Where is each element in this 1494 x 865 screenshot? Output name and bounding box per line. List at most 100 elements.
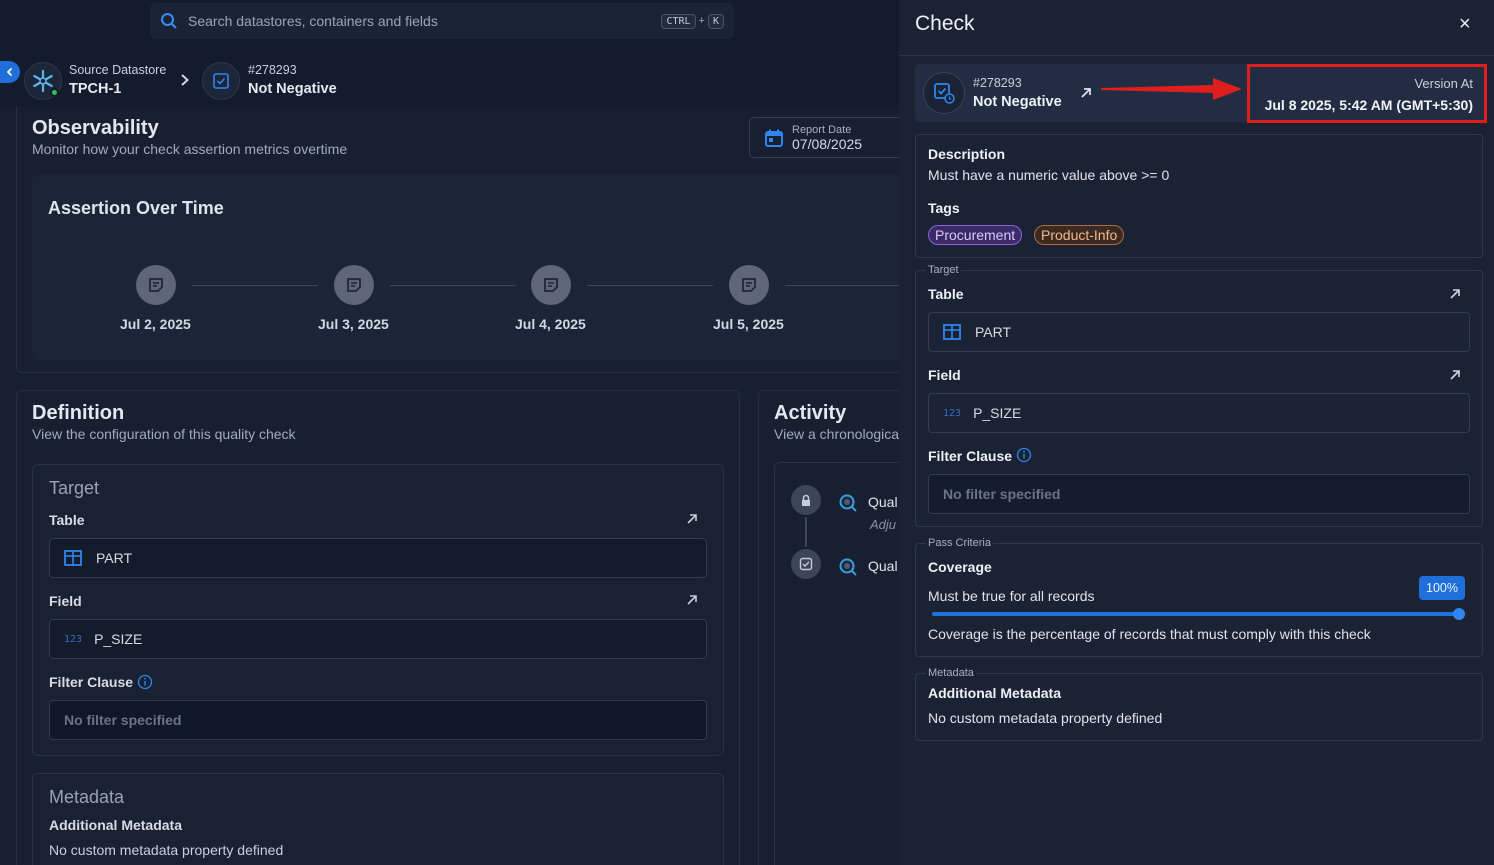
info-icon[interactable]: [1016, 447, 1032, 463]
observability-title: Observability: [32, 117, 159, 139]
chevron-left-icon: [6, 67, 13, 77]
coverage-label: Coverage: [928, 559, 992, 575]
timeline-connector: [390, 285, 516, 286]
coverage-percent-badge: 100%: [1419, 576, 1465, 600]
definition-field-label: Field: [49, 593, 82, 609]
info-icon[interactable]: [137, 674, 153, 690]
timeline-node[interactable]: [729, 265, 769, 305]
connection-status-dot: [50, 88, 59, 97]
panel-table-label: Table: [928, 286, 964, 302]
panel-check-name: Not Negative: [973, 94, 1062, 110]
datastore-avatar[interactable]: [24, 62, 62, 100]
tag-badge[interactable]: Product-Info: [1034, 225, 1125, 245]
description-value: Must have a numeric value above >= 0: [928, 167, 1170, 183]
version-at-label: Version At: [1414, 76, 1473, 91]
report-date-picker[interactable]: Report Date 07/08/2025: [749, 117, 909, 158]
timeline-connector: [587, 285, 713, 286]
metadata-legend: Metadata: [926, 667, 976, 679]
open-table-arrow-icon[interactable]: [685, 512, 699, 526]
timeline-date: Jul 5, 2025: [713, 316, 784, 332]
check-avatar: [923, 72, 965, 114]
activity-event-avatar: [791, 549, 821, 579]
check-square-icon: [213, 73, 229, 89]
pass-criteria-legend: Pass Criteria: [926, 537, 993, 549]
shortcut-key-k: K: [707, 13, 724, 29]
definition-metadata-label: Additional Metadata: [49, 817, 183, 833]
definition-metadata-value: No custom metadata property defined: [49, 842, 284, 858]
description-label: Description: [928, 146, 1006, 162]
definition-title: Definition: [32, 402, 125, 424]
panel-field-value: P_SIZE: [973, 405, 1022, 421]
timeline-connector: [192, 285, 318, 286]
coverage-slider-track: [932, 612, 1460, 616]
report-date-value: 07/08/2025: [792, 135, 863, 152]
timeline-date: Jul 4, 2025: [515, 316, 586, 332]
open-table-arrow-icon[interactable]: [1448, 287, 1462, 301]
activity-connector: [805, 517, 807, 547]
coverage-slider-handle: [1453, 608, 1465, 620]
report-date-label: Report Date: [792, 123, 852, 136]
tag-badge[interactable]: Procurement: [928, 225, 1023, 245]
definition-filter-field: No filter specified: [49, 700, 707, 740]
panel-field-field: 123 P_SIZE: [928, 393, 1470, 433]
observability-subtitle: Monitor how your check assertion metrics…: [32, 141, 348, 157]
global-search[interactable]: Search datastores, containers and fields…: [150, 3, 734, 39]
definition-table-field: PART: [49, 538, 707, 578]
activity-item-title: Qual: [868, 494, 898, 510]
open-field-arrow-icon[interactable]: [685, 593, 699, 607]
close-panel-button[interactable]: ×: [1459, 13, 1471, 36]
quality-search-icon: [839, 494, 857, 512]
definition-filter-label: Filter Clause: [49, 674, 134, 690]
breadcrumb-chevron-right-icon: [181, 74, 189, 86]
timeline-date: Jul 3, 2025: [318, 316, 389, 332]
panel-check-id: #278293: [973, 76, 1022, 90]
table-icon: [64, 550, 82, 566]
definition-metadata-title: Metadata: [49, 787, 125, 807]
definition-subtitle: View the configuration of this quality c…: [32, 426, 296, 442]
note-icon: [149, 278, 163, 292]
assertion-over-time-title: Assertion Over Time: [48, 198, 224, 218]
check-square-icon: [799, 557, 813, 571]
panel-table-field: PART: [928, 312, 1470, 352]
timeline-node[interactable]: [531, 265, 571, 305]
timeline-node[interactable]: [136, 265, 176, 305]
shortcut-key-ctrl: CTRL: [661, 13, 696, 29]
note-icon: [347, 278, 361, 292]
panel-table-value: PART: [975, 324, 1012, 340]
metadata-card: [915, 673, 1483, 741]
version-at-value: Jul 8 2025, 5:42 AM (GMT+5:30): [1264, 97, 1473, 113]
activity-event-avatar: [791, 485, 821, 515]
target-legend: Target: [926, 264, 961, 276]
open-field-arrow-icon[interactable]: [1448, 368, 1462, 382]
definition-target-title: Target: [49, 478, 100, 498]
check-avatar: [202, 62, 240, 100]
open-check-arrow-icon[interactable]: [1079, 86, 1093, 100]
activity-subtitle: View a chronologica: [774, 426, 900, 442]
check-panel-header: [899, 0, 1494, 56]
search-placeholder: Search datastores, containers and fields: [188, 13, 438, 29]
definition-field-value: P_SIZE: [94, 631, 143, 647]
version-at-highlight: Version At Jul 8 2025, 5:42 AM (GMT+5:30…: [1247, 64, 1487, 123]
panel-metadata-value: No custom metadata property defined: [928, 710, 1163, 726]
note-icon: [544, 278, 558, 292]
timeline-connector: [785, 285, 900, 286]
activity-item-subtitle: Adju: [870, 517, 897, 532]
numeric-type-icon: 123: [64, 633, 83, 645]
breadcrumb-datastore-link[interactable]: TPCH-1: [69, 81, 121, 97]
breadcrumb-check-name: Not Negative: [248, 81, 337, 97]
definition-table-value: PART: [96, 550, 133, 566]
annotation-arrow: [1101, 78, 1242, 100]
coverage-rule: Must be true for all records: [928, 588, 1095, 604]
collapse-sidebar-button[interactable]: [0, 61, 20, 83]
timeline-node[interactable]: [334, 265, 374, 305]
lock-icon: [802, 494, 810, 506]
coverage-note: Coverage is the percentage of records th…: [928, 626, 1371, 642]
calendar-icon: [765, 129, 783, 147]
definition-field-field: 123 P_SIZE: [49, 619, 707, 659]
check-clock-icon: [934, 83, 955, 104]
shortcut-plus: +: [698, 15, 705, 27]
note-icon: [742, 278, 756, 292]
activity-title: Activity: [774, 402, 847, 424]
timeline-date: Jul 2, 2025: [120, 316, 191, 332]
quality-search-icon: [839, 558, 857, 576]
